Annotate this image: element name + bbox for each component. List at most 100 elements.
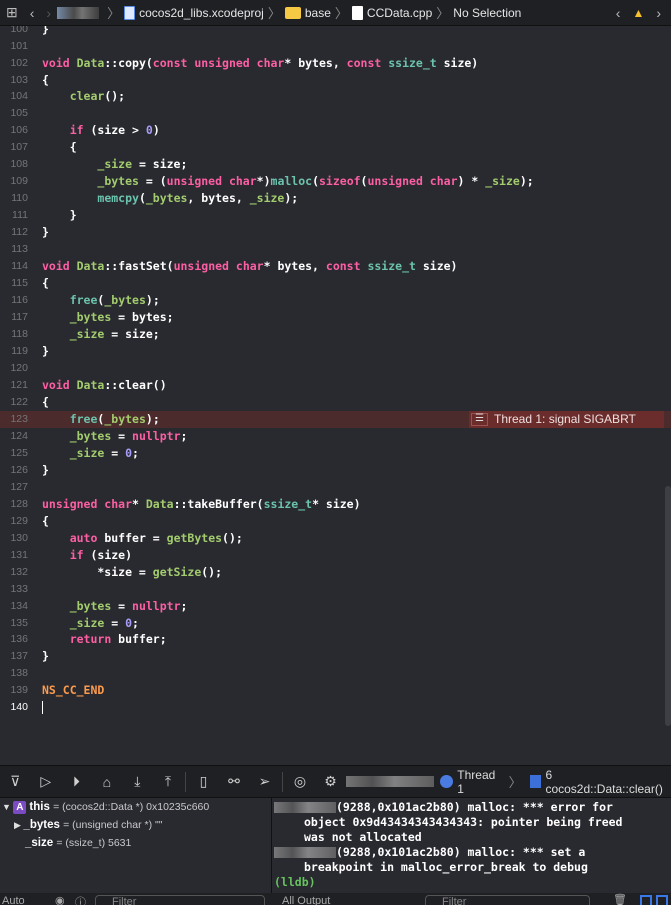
variables-filter-input[interactable]: Filter [95,895,265,905]
breadcrumb-folder[interactable]: base [305,6,331,20]
line-number[interactable]: 128 [0,496,28,513]
line-number[interactable]: 120 [0,360,28,377]
breakpoints-toggle-icon[interactable]: ▷ [31,773,62,790]
line-number[interactable]: 131 [0,547,28,564]
code-line[interactable]: 134 _bytes = nullptr; [0,598,671,615]
code-line[interactable]: 130 auto buffer = getBytes(); [0,530,671,547]
line-number[interactable]: 105 [0,105,28,122]
code-line[interactable]: 109 _bytes = (unsigned char*)malloc(size… [0,173,671,190]
line-number[interactable]: 119 [0,343,28,360]
step-over-icon[interactable]: ⌂ [92,774,123,790]
stack-frame-label[interactable]: 6 cocos2d::Data::clear() [545,768,671,796]
line-number[interactable]: 103 [0,72,28,89]
output-selector[interactable]: All Output [282,895,330,905]
line-number[interactable]: 137 [0,648,28,665]
code-line[interactable]: 106 if (size > 0) [0,122,671,139]
code-line[interactable]: 108 _size = size; [0,156,671,173]
line-number[interactable]: 114 [0,258,28,275]
gear-icon[interactable]: ⚙ [315,773,346,790]
console-output[interactable]: (9288,0x101ac2b80) malloc: *** error for… [272,798,671,893]
code-line[interactable]: 101 [0,38,671,55]
disclosure-open-icon[interactable]: ▼ [2,802,13,812]
code-line[interactable]: 131 if (size) [0,547,671,564]
step-into-icon[interactable]: ⤓ [122,773,153,790]
layout-left-icon[interactable] [640,895,652,905]
warning-icon[interactable]: ▲ [632,6,644,20]
code-line[interactable]: 127 [0,479,671,496]
line-number[interactable]: 139 [0,682,28,699]
line-number[interactable]: 100 [0,26,28,38]
editor-scrollbar[interactable] [665,486,671,726]
code-line[interactable]: 137} [0,648,671,665]
variable-row[interactable]: ▼ Athis = (cocos2d::Data *) 0x10235c660 [0,798,271,816]
line-number[interactable]: 110 [0,190,28,207]
code-line[interactable]: 124 _bytes = nullptr; [0,428,671,445]
line-number[interactable]: 108 [0,156,28,173]
eye-icon[interactable]: ◉ [55,894,65,905]
line-number[interactable]: 129 [0,513,28,530]
line-number[interactable]: 132 [0,564,28,581]
camera-icon[interactable]: ◎ [285,773,316,790]
line-number[interactable]: 104 [0,88,28,105]
code-line[interactable]: 119} [0,343,671,360]
code-line[interactable]: 112} [0,224,671,241]
line-number[interactable]: 107 [0,139,28,156]
code-line[interactable]: 128 unsigned char* Data::takeBuffer(ssize… [0,496,671,513]
code-editor[interactable]: 100} 101 102 void Data::copy(const unsigned… [0,26,671,765]
line-number[interactable]: 134 [0,598,28,615]
layout-right-icon[interactable] [656,895,668,905]
variable-row[interactable]: _size = (ssize_t) 5631 [0,834,271,852]
code-line[interactable]: 135 _size = 0; [0,615,671,632]
code-line[interactable]: 113 [0,241,671,258]
line-number[interactable]: 130 [0,530,28,547]
thread-label[interactable]: Thread 1 [457,768,504,796]
code-line[interactable]: 140 [0,699,671,716]
code-line[interactable]: 136 return buffer; [0,631,671,648]
error-line[interactable]: 123 free(_bytes); ☰ Thread 1: signal SIGAB… [0,410,671,428]
code-line[interactable]: 133 [0,581,671,598]
location-icon[interactable]: ➢ [249,773,280,790]
line-number[interactable]: 135 [0,615,28,632]
hide-debug-area-icon[interactable]: ⊽ [0,773,31,790]
line-number[interactable]: 133 [0,581,28,598]
line-number[interactable]: 113 [0,241,28,258]
code-line[interactable]: 117 _bytes = bytes; [0,309,671,326]
line-number[interactable]: 118 [0,326,28,343]
line-number[interactable]: 109 [0,173,28,190]
error-annotation[interactable]: ☰ Thread 1: signal SIGABRT [469,410,664,428]
code-line[interactable]: 100} [0,26,671,38]
line-number[interactable]: 106 [0,122,28,139]
continue-icon[interactable]: ⏵ [61,773,92,790]
code-line[interactable]: 139 NS_CC_END [0,682,671,699]
back-button[interactable]: ‹ [30,5,35,21]
trash-icon[interactable]: 🗑 [613,893,627,905]
next-issue-button[interactable]: › [656,5,661,21]
code-line[interactable]: 132 *size = getSize(); [0,564,671,581]
line-number[interactable]: 126 [0,462,28,479]
step-out-icon[interactable]: ⤒ [153,773,184,790]
line-number[interactable]: 115 [0,275,28,292]
code-line[interactable]: 114 void Data::fastSet(unsigned char* byt… [0,258,671,275]
code-line[interactable]: 107 { [0,139,671,156]
code-line[interactable]: 110 memcpy(_bytes, bytes, _size); [0,190,671,207]
previous-issue-button[interactable]: ‹ [616,5,621,21]
breadcrumb-file[interactable]: CCData.cpp [367,6,432,20]
code-line[interactable]: 105 [0,105,671,122]
line-number[interactable]: 117 [0,309,28,326]
code-line[interactable]: 129 { [0,513,671,530]
code-line[interactable]: 115 { [0,275,671,292]
line-number[interactable]: 112 [0,224,28,241]
code-line[interactable]: 103 { [0,72,671,89]
variable-row[interactable]: ▶ _bytes = (unsigned char *) "" [0,816,271,834]
auto-scope-selector[interactable]: Auto [2,895,25,905]
line-number[interactable]: 138 [0,665,28,682]
code-line[interactable]: 126} [0,462,671,479]
info-icon[interactable]: ⓘ [75,894,86,905]
line-number[interactable]: 111 [0,207,28,224]
memory-graph-icon[interactable]: ⚯ [219,773,250,790]
line-number[interactable]: 101 [0,38,28,55]
code-line[interactable]: 138 [0,665,671,682]
line-number[interactable]: 122 [0,394,28,411]
code-line[interactable]: 116 free(_bytes); [0,292,671,309]
line-number[interactable]: 123 [0,411,28,428]
